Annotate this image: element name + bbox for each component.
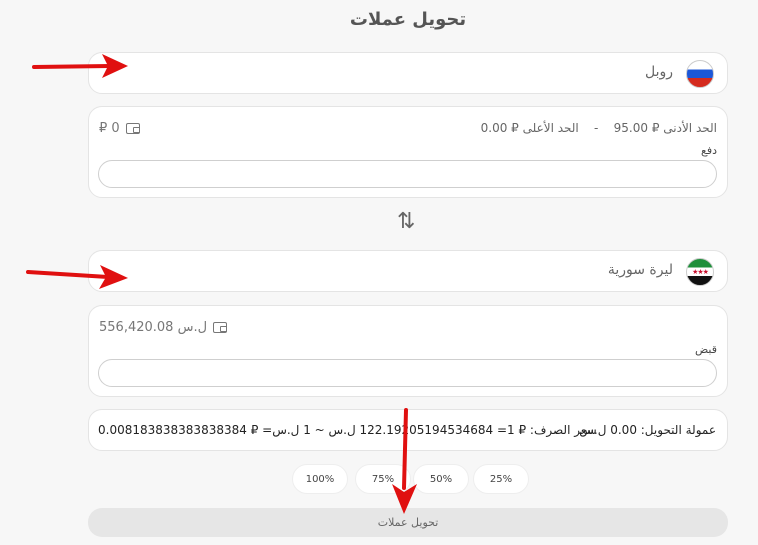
pay-label: دفع	[700, 144, 717, 157]
from-balance: ₽ 0	[99, 121, 140, 136]
from-currency-select[interactable]: روبل	[88, 52, 728, 94]
receive-amount-input[interactable]	[98, 359, 717, 387]
conversion-fee: عمولة التحويل: 0.00 ل.س	[579, 423, 716, 437]
from-currency-label: روبل	[644, 64, 673, 80]
wallet-icon	[125, 123, 140, 134]
to-currency-label: ليرة سورية	[607, 262, 673, 278]
wallet-icon	[213, 322, 228, 333]
swap-arrows-icon[interactable]: ⇅	[397, 211, 415, 233]
percent-100-button[interactable]: 100%	[292, 464, 348, 494]
to-balance-value: 556,420.08 ل.س	[99, 320, 208, 335]
exchange-rate: سعر الصرف: ₽ 1= 122.19205194534684 ل.س ~…	[98, 423, 597, 437]
annotation-arrow-submit	[392, 408, 417, 514]
limit-separator: -	[594, 121, 599, 135]
max-limit: الحد الأعلى ₽ 0.00	[480, 121, 579, 135]
syria-flag-icon: ★★★	[686, 258, 714, 286]
to-currency-select[interactable]: ★★★ ليرة سورية	[88, 250, 728, 292]
annotation-arrow-to	[26, 265, 128, 289]
russia-flag-icon	[686, 60, 714, 88]
to-balance: 556,420.08 ل.س	[99, 320, 228, 335]
percent-25-button[interactable]: 25%	[473, 464, 529, 494]
min-limit: الحد الأدنى ₽ 95.00	[613, 121, 717, 135]
page-title: تحويل عملات	[349, 9, 467, 30]
to-amount-card: 556,420.08 ل.س قبض	[88, 305, 728, 397]
from-amount-card: الحد الأدنى ₽ 95.00 - الحد الأعلى ₽ 0.00…	[88, 106, 728, 198]
annotation-arrow-from	[32, 54, 128, 78]
from-balance-value: ₽ 0	[99, 121, 120, 136]
pay-amount-input[interactable]	[98, 160, 717, 188]
receive-label: قبض	[694, 343, 717, 356]
from-limits: الحد الأدنى ₽ 95.00 - الحد الأعلى ₽ 0.00	[481, 121, 717, 135]
